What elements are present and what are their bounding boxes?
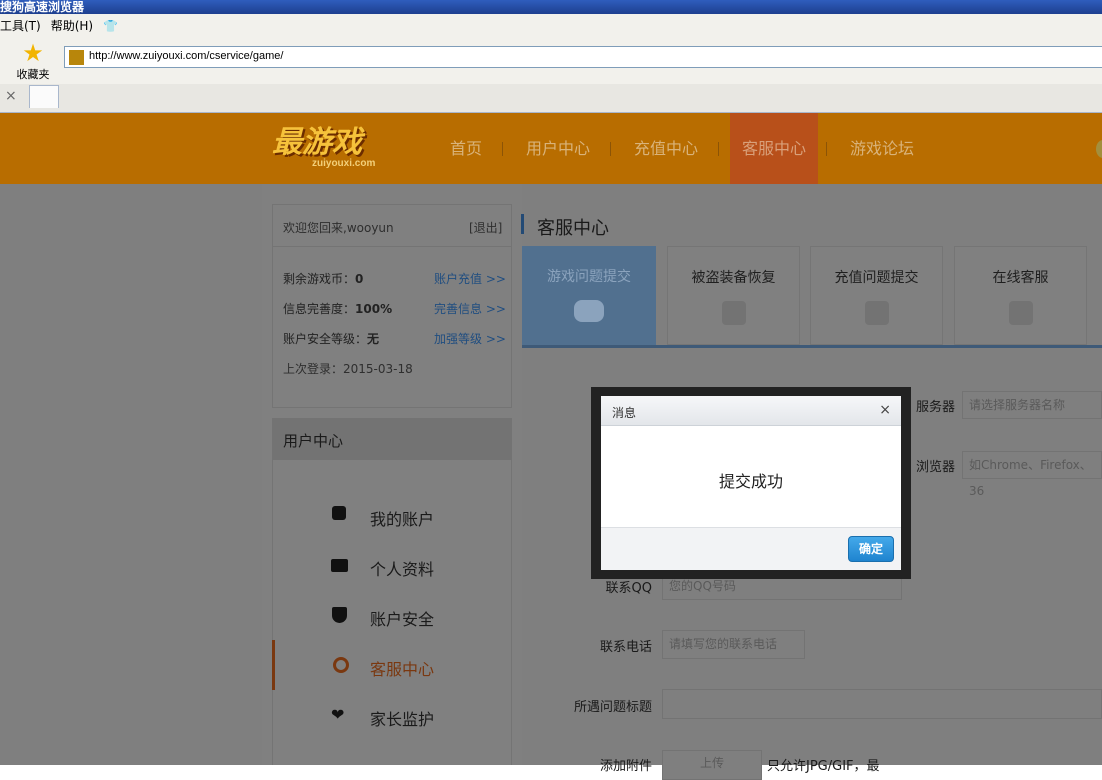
nav-divider: [826, 142, 827, 156]
divider: [272, 246, 512, 247]
last-login: 上次登录：2015-03-18: [283, 362, 413, 376]
menu-service[interactable]: 客服中心: [370, 656, 434, 680]
profile-row: 信息完善度：100%: [283, 300, 392, 317]
dialog-message: 提交成功: [718, 472, 783, 491]
profile-value: 100%: [355, 302, 393, 316]
phone-label: 联系电话: [599, 640, 652, 655]
security-label: 账户安全等级：: [283, 332, 368, 346]
nav-recharge[interactable]: 充值中心: [630, 113, 702, 184]
security-value: 无: [367, 332, 380, 346]
skin-icon[interactable]: 👕: [103, 19, 118, 33]
title-label: 所遇问题标题: [573, 700, 652, 715]
menu-parental[interactable]: 家长监护: [370, 706, 434, 730]
tab-online-label: 在线客服: [992, 270, 1049, 286]
lifebuoy-icon: [333, 657, 349, 673]
site-favicon-icon: [69, 50, 84, 65]
nav-divider: [610, 142, 611, 156]
address-url: http://www.zuiyouxi.com/cservice/game/: [89, 50, 284, 62]
logout-link[interactable]: [退出]: [469, 219, 502, 236]
active-indicator: [272, 640, 275, 690]
complete-info-link[interactable]: 完善信息 >>: [434, 300, 506, 317]
qq-label: 联系QQ: [605, 581, 652, 596]
favorites-button[interactable]: ★ 收藏夹: [12, 40, 54, 82]
coins-row: 剩余游戏币：0: [283, 270, 363, 287]
tab-recharge-label: 充值问题提交: [834, 270, 919, 286]
browser-title-bar: 搜狗高速浏览器: [0, 0, 1102, 14]
dialog-title: 消息: [612, 406, 637, 420]
menu-my-account[interactable]: 我的账户: [370, 506, 434, 530]
favorites-label: 收藏夹: [16, 68, 50, 81]
close-tab-icon[interactable]: ×: [5, 88, 17, 104]
nav-divider: [502, 142, 503, 156]
user-icon: [332, 506, 346, 520]
dialog-header: 消息 ×: [601, 396, 901, 426]
tab-stolen-equipment[interactable]: 被盗装备恢复: [667, 246, 800, 345]
heart-icon: ❤: [331, 705, 345, 724]
security-row: 账户安全等级：无: [283, 330, 379, 347]
menu-security[interactable]: 账户安全: [370, 606, 434, 630]
tab-underline: [522, 345, 1102, 348]
support-agent-icon: [1008, 301, 1033, 325]
logo-text: 最游戏: [272, 125, 362, 160]
site-logo[interactable]: 最游戏 zuiyouxi.com: [272, 121, 402, 176]
dialog-ok-button[interactable]: 确定: [848, 536, 894, 562]
enhance-security-link[interactable]: 加强等级 >>: [434, 330, 506, 347]
usercenter-title: 用户中心: [283, 432, 344, 450]
nav-usercenter[interactable]: 用户中心: [522, 113, 594, 184]
star-icon: ★: [22, 39, 44, 67]
nav-forum[interactable]: 游戏论坛: [846, 113, 918, 184]
browser-tab[interactable]: [29, 85, 59, 108]
welcome-text: 欢迎您回来,wooyun: [283, 221, 394, 235]
gamepad-icon: [574, 300, 604, 322]
menu-help[interactable]: 帮助(H): [51, 19, 93, 33]
recharge-link[interactable]: 账户充值 >>: [434, 270, 506, 287]
coins-label: 剩余游戏币：: [283, 272, 356, 286]
nav-service[interactable]: 客服中心: [738, 113, 810, 184]
title-input[interactable]: [662, 689, 1102, 719]
upload-button[interactable]: 上传: [662, 750, 762, 780]
dialog-close-icon[interactable]: ×: [879, 402, 891, 418]
coins-value: 0: [355, 272, 364, 286]
tab-recharge-issue[interactable]: 充值问题提交: [810, 246, 943, 345]
logo-domain: zuiyouxi.com: [312, 158, 376, 169]
service-title: 客服中心: [537, 218, 609, 239]
menu-tools[interactable]: 工具(T): [0, 19, 41, 33]
nav-home[interactable]: 首页: [440, 113, 492, 184]
tab-game-issue-label: 游戏问题提交: [547, 269, 631, 285]
shield-icon: [332, 607, 347, 623]
address-bar[interactable]: http://www.zuiyouxi.com/cservice/game/: [64, 46, 1102, 68]
browser-title: 搜狗高速浏览器: [0, 0, 85, 14]
tab-game-issue[interactable]: 游戏问题提交: [522, 246, 656, 345]
id-card-icon: [331, 559, 348, 572]
title-marker: [521, 214, 524, 234]
menu-profile[interactable]: 个人资料: [370, 556, 434, 580]
tab-online-service[interactable]: 在线客服: [954, 246, 1087, 345]
shield-icon: [721, 301, 746, 325]
server-select[interactable]: 请选择服务器名称: [962, 391, 1102, 419]
money-bag-icon: [864, 301, 889, 325]
browser-input[interactable]: 如Chrome、Firefox、36: [962, 451, 1102, 498]
browser-menu-bar: 工具(T) 帮助(H) 👕: [0, 14, 1102, 38]
profile-label: 信息完善度：: [283, 302, 356, 316]
tab-bar: [0, 84, 1102, 113]
tab-stolen-label: 被盗装备恢复: [691, 270, 776, 286]
nav-divider: [718, 142, 719, 156]
phone-input[interactable]: 请填写您的联系电话: [662, 630, 805, 659]
